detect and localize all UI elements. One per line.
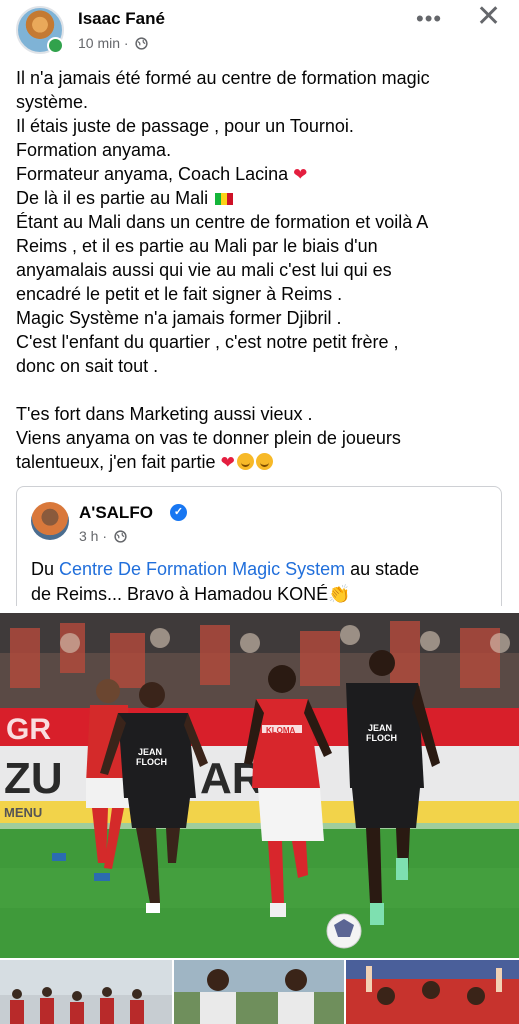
more-options-button[interactable]: •••	[416, 6, 442, 32]
jersey-sponsor-text: FLOCH	[366, 733, 397, 743]
post-body: Il n'a jamais été formé au centre de for…	[16, 66, 511, 474]
shared-post-text: Du Centre De Formation Magic System au s…	[31, 557, 491, 607]
celebration-thumbnail	[366, 966, 502, 1005]
page-link[interactable]: Centre De Formation Magic System	[59, 559, 345, 579]
post-line: T'es fort dans Marketing aussi vieux .	[16, 404, 313, 424]
banner-text: GR	[6, 713, 51, 746]
online-status-indicator	[47, 37, 64, 54]
post-line: C'est l'enfant du quartier , c'est notre…	[16, 332, 399, 352]
smile-emoji-icon	[255, 453, 273, 470]
jersey-sponsor-text: KLOMA	[266, 726, 296, 735]
verified-badge-icon: ✓	[170, 504, 187, 521]
heart-emoji-icon: ❤	[220, 453, 235, 472]
photo-thumbnails	[0, 960, 519, 1024]
post-line: encadré le petit et le fait signer à Rei…	[16, 284, 343, 304]
team-photo-thumbnail	[10, 987, 144, 1024]
shared-post-card[interactable]: A'SALFO ✓ 3 h · Du Centre De Formation M…	[16, 486, 502, 606]
post-time[interactable]: 10 min	[78, 35, 120, 51]
banner-text: ZU	[4, 754, 63, 803]
post-line: Reims , et il es partie au Mali par le b…	[16, 236, 378, 256]
thumbnail-photo[interactable]	[346, 960, 519, 1024]
more-horizontal-icon: •••	[416, 6, 443, 31]
post-line: Formateur anyama, Coach Lacina ❤	[16, 164, 308, 184]
post-line: Formation anyama.	[16, 140, 172, 160]
post-photo[interactable]: GR ZU AR MENU JEAN FLOCH KLOMA JEAN FLOC…	[0, 613, 519, 958]
post-line: De là il es partie au Mali	[16, 186, 511, 210]
shared-text-part: de Reims... Bravo à Hamadou KONÉ	[31, 584, 329, 604]
shared-author-avatar[interactable]	[31, 502, 69, 540]
close-icon: ✕	[476, 0, 502, 33]
post-line: système.	[16, 92, 89, 112]
mali-flag-icon	[215, 193, 234, 205]
shared-text-part: Du	[31, 559, 60, 579]
post-line: Étant au Mali dans un centre de formatio…	[16, 212, 429, 232]
post-header: Isaac Fané 10 min · ••• ✕	[0, 0, 519, 62]
players-thumbnail	[200, 969, 314, 1024]
close-button[interactable]: ✕	[476, 2, 501, 32]
heart-emoji-icon: ❤	[293, 165, 308, 184]
jersey-sponsor-text: JEAN	[138, 747, 162, 757]
post-line: Viens anyama on vas te donner plein de j…	[16, 428, 401, 448]
post-line: anyamalais aussi qui vie au mali c'est l…	[16, 260, 392, 280]
author-avatar[interactable]	[16, 6, 64, 54]
post-line: Il n'a jamais été formé au centre de for…	[16, 68, 430, 88]
meta-separator: ·	[102, 528, 108, 544]
shared-text-part: au stade	[345, 559, 420, 579]
shared-author-name[interactable]: A'SALFO	[79, 503, 153, 523]
smile-emoji-icon	[236, 453, 254, 470]
jersey-sponsor-text: FLOCH	[136, 757, 167, 767]
thumbnail-photo[interactable]	[0, 960, 172, 1024]
thumbnail-photo[interactable]	[174, 960, 344, 1024]
post-line: talentueux, j'en fait partie ❤	[16, 450, 511, 474]
shared-post-meta: 3 h ·	[79, 528, 127, 544]
author-name[interactable]: Isaac Fané	[78, 9, 165, 29]
football-match-photo: GR ZU AR MENU JEAN FLOCH KLOMA JEAN FLOC…	[0, 613, 519, 958]
post-line: Magic Système n'a jamais former Djibril …	[16, 308, 342, 328]
post-line: donc on sait tout .	[16, 356, 159, 376]
clapping-hands-emoji-icon: 👏	[328, 584, 351, 604]
globe-icon	[135, 37, 149, 50]
post-meta: 10 min ·	[78, 35, 149, 51]
post-line: Il étais juste de passage , pour un Tour…	[16, 116, 354, 136]
globe-icon	[114, 530, 127, 543]
jersey-sponsor-text: JEAN	[368, 723, 392, 733]
banner-text: MENU	[4, 805, 42, 820]
meta-separator: ·	[123, 35, 129, 51]
shared-post-time[interactable]: 3 h	[79, 528, 98, 544]
